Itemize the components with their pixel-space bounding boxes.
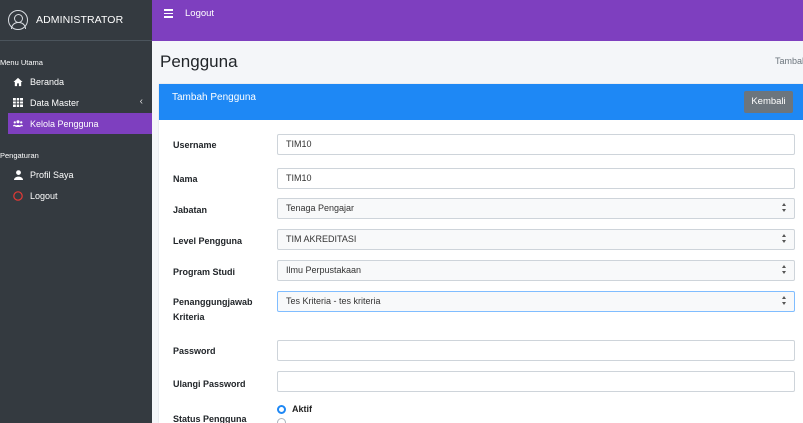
status-radio-aktif-label: Aktif: [292, 404, 312, 414]
status-label: Status Pengguna: [173, 414, 247, 423]
status-radio-nonaktif[interactable]: [277, 418, 292, 423]
sidebar-item-label: Kelola Pengguna: [30, 118, 99, 129]
user-icon: [13, 169, 23, 180]
card-title: Tambah Pengguna: [172, 92, 256, 103]
user-name: ADMINISTRATOR: [36, 14, 124, 26]
level-label: Level Pengguna: [173, 236, 243, 246]
prodi-select[interactable]: Ilmu Perpustakaan: [277, 260, 795, 281]
section-header-settings: Pengaturan: [0, 151, 39, 160]
kriteria-label-line2: Kriteria: [173, 312, 205, 322]
username-label: Username: [173, 140, 217, 150]
users-icon: [13, 119, 23, 129]
menu-toggle-icon[interactable]: [164, 9, 173, 20]
level-select-value: TIM AKREDITASI: [286, 234, 357, 244]
select-arrows-icon: [782, 265, 787, 276]
jabatan-label: Jabatan: [173, 205, 208, 215]
prodi-label: Program Studi: [173, 267, 236, 277]
topbar-logout-link[interactable]: Logout: [185, 8, 214, 19]
back-button[interactable]: Kembali: [744, 91, 793, 113]
avatar-icon: [8, 10, 28, 30]
level-select[interactable]: TIM AKREDITASI: [277, 229, 795, 250]
sidebar-item-label: Logout: [30, 190, 58, 201]
prodi-select-value: Ilmu Perpustakaan: [286, 265, 362, 275]
sidebar-item-label: Beranda: [30, 76, 65, 87]
chevron-left-icon: ‹: [139, 96, 143, 107]
power-circle-icon: [13, 190, 23, 201]
kriteria-select[interactable]: Tes Kriteria - tes kriteria: [277, 291, 795, 312]
select-arrows-icon: [782, 234, 787, 245]
status-radio-aktif[interactable]: Aktif: [277, 404, 312, 414]
sidebar-item-label: Data Master: [30, 97, 80, 108]
sidebar-item-data-master[interactable]: Data Master ‹: [0, 92, 152, 113]
password-label: Password: [173, 346, 216, 356]
top-navbar: Logout: [152, 0, 803, 41]
breadcrumb[interactable]: Tambah: [775, 56, 803, 66]
sidebar-item-kelola-pengguna[interactable]: Kelola Pengguna: [8, 113, 152, 134]
radio-unchecked-icon: [277, 418, 286, 423]
table-icon: [13, 98, 23, 108]
username-input[interactable]: TIM10: [277, 134, 795, 155]
section-header-main: Menu Utama: [0, 58, 43, 67]
form-card: Tambah Pengguna Kembali Username TIM10 N…: [159, 84, 803, 423]
sidebar-item-logout[interactable]: Logout: [0, 185, 152, 206]
page-title: Pengguna: [160, 52, 238, 71]
home-icon: [13, 77, 23, 87]
card-header: Tambah Pengguna Kembali: [159, 84, 803, 120]
kriteria-select-value: Tes Kriteria - tes kriteria: [286, 296, 381, 306]
sidebar: ADMINISTRATOR Menu Utama Beranda Data Ma…: [0, 0, 152, 423]
select-arrows-icon: [782, 203, 787, 214]
sidebar-item-profil[interactable]: Profil Saya: [0, 164, 152, 185]
jabatan-select-value: Tenaga Pengajar: [286, 203, 355, 213]
kriteria-label-line1: Penanggungjawab: [173, 297, 253, 307]
kriteria-label: Penanggungjawab Kriteria: [173, 295, 253, 325]
user-panel[interactable]: ADMINISTRATOR: [0, 0, 152, 41]
ulangi-password-input[interactable]: [277, 371, 795, 392]
sidebar-item-beranda[interactable]: Beranda: [0, 71, 152, 92]
ulangi-password-label: Ulangi Password: [173, 379, 246, 389]
radio-checked-icon: [277, 404, 286, 414]
nama-input[interactable]: TIM10: [277, 168, 795, 189]
password-input[interactable]: [277, 340, 795, 361]
select-arrows-icon: [782, 296, 787, 307]
jabatan-select[interactable]: Tenaga Pengajar: [277, 198, 795, 219]
sidebar-item-label: Profil Saya: [30, 169, 74, 180]
nama-label: Nama: [173, 174, 198, 184]
